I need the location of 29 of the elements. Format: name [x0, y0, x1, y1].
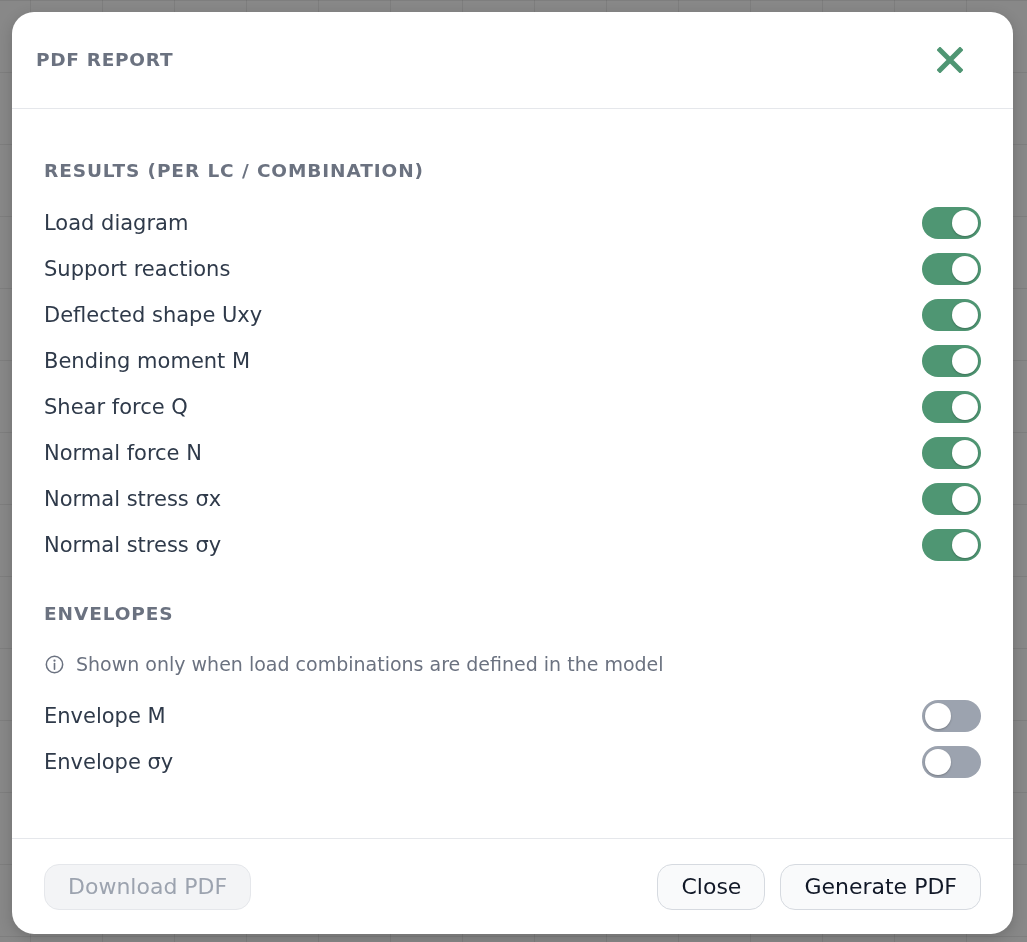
info-note: Shown only when load combinations are defined in the model [76, 653, 664, 675]
toggle-switch[interactable] [922, 700, 981, 732]
option-label: Bending moment M [44, 348, 251, 374]
option-label: Deflected shape Uxy [44, 302, 263, 328]
dialog-title: PDF REPORT [36, 49, 174, 71]
option-label: Envelope M [44, 703, 166, 729]
generate-button[interactable]: Generate PDF [780, 863, 981, 910]
option-label: Support reactions [44, 256, 231, 282]
toggle-switch[interactable] [922, 253, 981, 285]
option-label: Normal stress σy [44, 532, 222, 558]
toggle-switch[interactable] [922, 345, 981, 377]
close-dialog-button[interactable]: Close [657, 863, 766, 910]
option-label: Normal force N [44, 440, 202, 466]
option-label: Normal stress σx [44, 486, 222, 512]
toggle-switch[interactable] [922, 299, 981, 331]
info-icon [45, 654, 64, 674]
toggle-switch[interactable] [922, 437, 981, 469]
toggle-switch[interactable] [922, 207, 981, 239]
toggle-switch[interactable] [922, 391, 981, 423]
toggle-switch[interactable] [922, 746, 981, 778]
toggle-switch[interactable] [922, 483, 981, 515]
option-label: Envelope σy [44, 749, 174, 775]
toggle-switch[interactable] [922, 529, 981, 561]
section-heading: RESULTS (PER LC / COMBINATION) [44, 160, 424, 182]
section-heading: ENVELOPES [44, 603, 174, 625]
option-label: Load diagram [44, 210, 189, 236]
close-icon [937, 47, 963, 73]
option-label: Shear force Q [44, 394, 188, 420]
close-button[interactable] [937, 47, 963, 73]
